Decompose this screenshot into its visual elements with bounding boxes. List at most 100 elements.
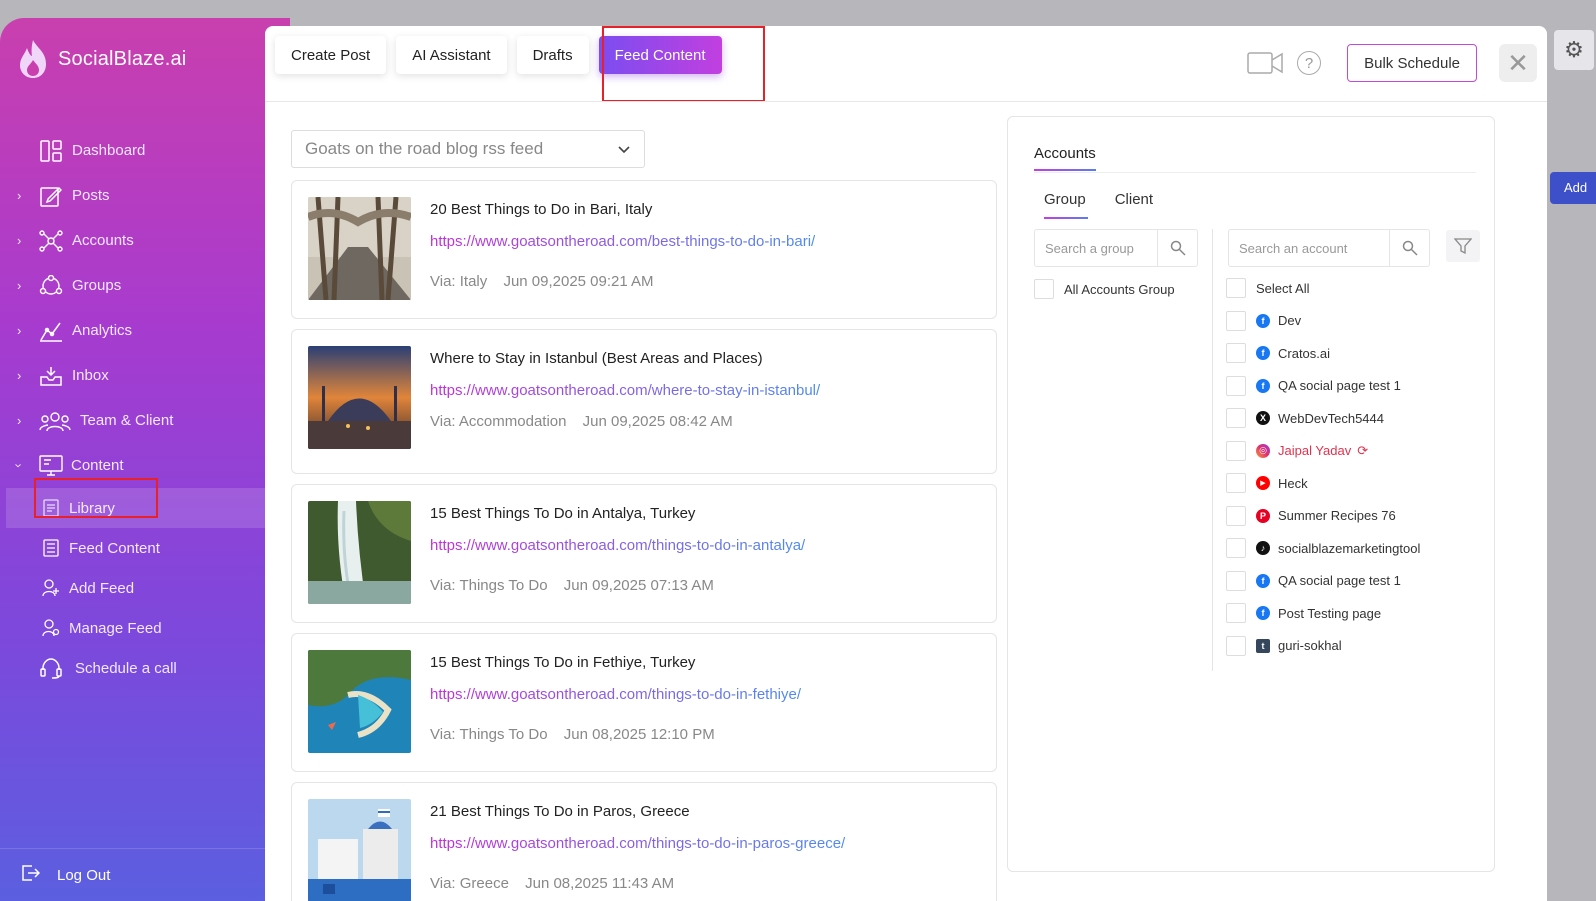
chevron-right-icon: › bbox=[17, 413, 22, 428]
tab-group[interactable]: Group bbox=[1044, 191, 1086, 208]
feed-thumbnail bbox=[308, 650, 411, 753]
sidebar-item-analytics[interactable]: › Analytics bbox=[0, 308, 290, 353]
sidebar-item-groups[interactable]: › Groups bbox=[0, 263, 290, 308]
group-search-input[interactable]: Search a group bbox=[1034, 229, 1198, 267]
feed-meta: Via: Greece Jun 08,2025 11:43 AM bbox=[430, 872, 740, 896]
feed-date: Jun 08,2025 11:43 AM bbox=[525, 875, 675, 892]
headset-icon bbox=[40, 657, 62, 679]
instagram-icon: ◎ bbox=[1256, 443, 1270, 458]
group-option[interactable]: All Accounts Group bbox=[1034, 279, 1175, 299]
feed-title: 15 Best Things To Do in Antalya, Turkey bbox=[430, 505, 696, 522]
feed-card[interactable]: 20 Best Things to Do in Bari, Italy http… bbox=[291, 180, 997, 319]
feed-card[interactable]: 15 Best Things To Do in Antalya, Turkey … bbox=[291, 484, 997, 623]
x-twitter-icon: X bbox=[1256, 411, 1270, 426]
feed-url[interactable]: https://www.goatsontheroad.com/things-to… bbox=[430, 537, 805, 554]
account-name: Summer Recipes 76 bbox=[1278, 508, 1396, 524]
account-checkbox[interactable] bbox=[1226, 375, 1246, 396]
sidebar-item-schedule-call[interactable]: Schedule a call bbox=[0, 648, 290, 688]
accounts-subtabs: Group Client bbox=[1044, 191, 1153, 208]
feed-url[interactable]: https://www.goatsontheroad.com/things-to… bbox=[430, 835, 845, 852]
sidebar-item-dashboard[interactable]: Dashboard bbox=[0, 128, 290, 173]
account-checkbox[interactable] bbox=[1226, 603, 1246, 624]
feed-meta: Via: Accommodation Jun 09,2025 08:42 AM bbox=[430, 410, 740, 434]
account-checkbox[interactable] bbox=[1226, 635, 1246, 656]
tab-create-post[interactable]: Create Post bbox=[275, 36, 387, 74]
logout-button[interactable]: Log Out bbox=[0, 848, 290, 901]
add-button[interactable]: Add bbox=[1550, 172, 1596, 204]
account-checkbox[interactable] bbox=[1226, 505, 1246, 526]
account-checkbox[interactable] bbox=[1226, 343, 1246, 364]
feed-url[interactable]: https://www.goatsontheroad.com/things-to… bbox=[430, 686, 801, 703]
feed-card[interactable]: 21 Best Things To Do in Paros, Greece ht… bbox=[291, 782, 997, 901]
feed-url[interactable]: https://www.goatsontheroad.com/where-to-… bbox=[430, 382, 820, 399]
accounts-title[interactable]: Accounts bbox=[1034, 145, 1096, 162]
account-row[interactable]: f QA social page test 1 bbox=[1226, 370, 1486, 403]
chevron-down-icon bbox=[618, 142, 630, 157]
bulk-schedule-button[interactable]: Bulk Schedule bbox=[1347, 44, 1477, 82]
feed-url[interactable]: https://www.goatsontheroad.com/best-thin… bbox=[430, 233, 815, 250]
feed-via: Via: Things To Do bbox=[430, 726, 548, 743]
sidebar-item-posts[interactable]: › Posts bbox=[0, 173, 290, 218]
logout-label: Log Out bbox=[57, 866, 111, 884]
filter-icon[interactable] bbox=[1446, 230, 1480, 262]
account-checkbox[interactable] bbox=[1226, 440, 1246, 461]
account-row[interactable]: ♪ socialblazemarketingtool bbox=[1226, 532, 1486, 565]
panel-separator bbox=[1212, 229, 1213, 671]
manage-feed-icon bbox=[40, 617, 62, 639]
feed-meta: Via: Italy Jun 09,2025 09:21 AM bbox=[430, 270, 740, 294]
account-checkbox[interactable] bbox=[1226, 310, 1246, 331]
account-row[interactable]: ◎ Jaipal Yadav ⟳ bbox=[1226, 435, 1486, 468]
sidebar-item-label: Manage Feed bbox=[69, 619, 162, 637]
logout-icon bbox=[20, 863, 41, 887]
account-checkbox[interactable] bbox=[1226, 570, 1246, 591]
sidebar-item-manage-feed[interactable]: Manage Feed bbox=[0, 608, 290, 648]
chevron-right-icon: › bbox=[17, 233, 22, 248]
modal-header-tools: ? Bulk Schedule ✕ bbox=[1247, 44, 1537, 82]
sidebar-item-team-client[interactable]: › Team & Client bbox=[0, 398, 290, 443]
feed-source-select[interactable]: Goats on the road blog rss feed bbox=[291, 130, 645, 168]
add-user-icon bbox=[40, 577, 62, 599]
search-icon[interactable] bbox=[1389, 230, 1429, 266]
sidebar-item-add-feed[interactable]: Add Feed bbox=[0, 568, 290, 608]
search-icon[interactable] bbox=[1157, 230, 1197, 266]
chevron-right-icon: › bbox=[17, 368, 22, 383]
app-logo[interactable]: SocialBlaze.ai bbox=[16, 38, 186, 80]
help-icon[interactable]: ? bbox=[1297, 51, 1322, 75]
account-row[interactable]: f Dev bbox=[1226, 305, 1486, 338]
account-row[interactable]: f Post Testing page bbox=[1226, 597, 1486, 630]
tab-client[interactable]: Client bbox=[1115, 191, 1153, 208]
account-row[interactable]: ▶ Heck bbox=[1226, 467, 1486, 500]
account-row[interactable]: t guri-sokhal bbox=[1226, 630, 1486, 663]
sidebar-item-label: Inbox bbox=[72, 367, 109, 384]
refresh-icon[interactable]: ⟳ bbox=[1357, 443, 1368, 459]
group-checkbox[interactable] bbox=[1034, 279, 1054, 299]
tab-drafts[interactable]: Drafts bbox=[516, 36, 589, 74]
tab-ai-assistant[interactable]: AI Assistant bbox=[396, 36, 507, 74]
account-checkbox[interactable] bbox=[1226, 408, 1246, 429]
account-checkbox[interactable] bbox=[1226, 538, 1246, 559]
account-row[interactable]: f QA social page test 1 bbox=[1226, 565, 1486, 598]
sidebar-item-label: Groups bbox=[72, 277, 122, 294]
sidebar-item-label: Posts bbox=[72, 187, 110, 204]
account-row[interactable]: X WebDevTech5444 bbox=[1226, 402, 1486, 435]
select-all-checkbox[interactable] bbox=[1226, 278, 1246, 299]
account-checkbox[interactable] bbox=[1226, 473, 1246, 494]
feed-via: Via: Things To Do bbox=[430, 577, 548, 594]
video-camera-icon[interactable] bbox=[1247, 52, 1283, 74]
select-all-label: Select All bbox=[1256, 280, 1310, 296]
account-row[interactable]: P Summer Recipes 76 bbox=[1226, 500, 1486, 533]
account-row[interactable]: f Cratos.ai bbox=[1226, 337, 1486, 370]
settings-gear-icon[interactable]: ⚙ bbox=[1554, 30, 1594, 70]
sidebar-item-inbox[interactable]: › Inbox bbox=[0, 353, 290, 398]
account-name: guri-sokhal bbox=[1278, 638, 1342, 654]
feed-card[interactable]: 15 Best Things To Do in Fethiye, Turkey … bbox=[291, 633, 997, 772]
close-icon[interactable]: ✕ bbox=[1499, 44, 1537, 82]
sidebar-item-feed-content[interactable]: Feed Content bbox=[0, 528, 290, 568]
facebook-icon: f bbox=[1256, 378, 1270, 393]
sidebar-item-accounts[interactable]: › Accounts bbox=[0, 218, 290, 263]
account-search-input[interactable]: Search an account bbox=[1228, 229, 1430, 267]
feed-card[interactable]: Where to Stay in Istanbul (Best Areas an… bbox=[291, 329, 997, 474]
sidebar-item-label: Content bbox=[71, 457, 124, 474]
select-all-row[interactable]: Select All bbox=[1226, 272, 1486, 305]
feed-via: Via: Accommodation bbox=[430, 413, 567, 430]
